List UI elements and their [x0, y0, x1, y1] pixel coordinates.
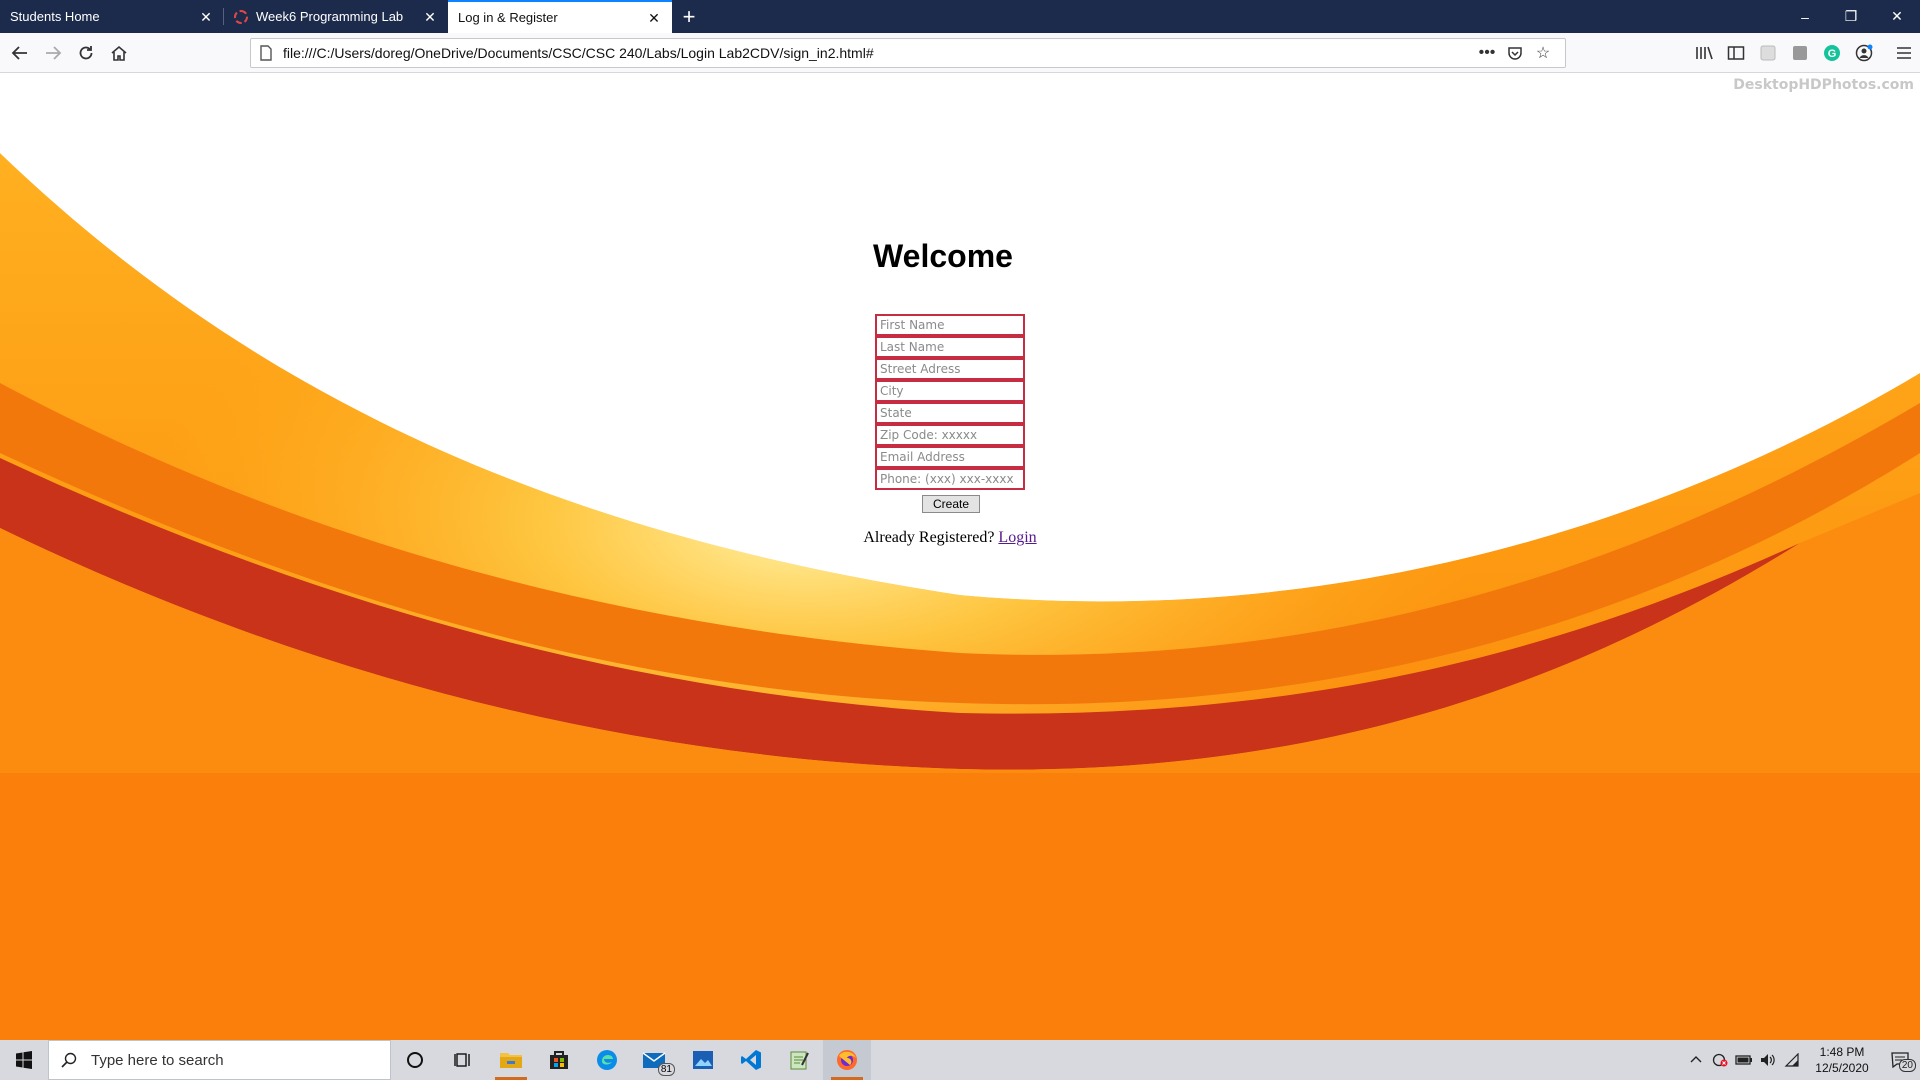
security-alert-icon[interactable]: [1708, 1040, 1732, 1080]
toolbar-right: G: [1688, 37, 1920, 69]
clock-time: 1:48 PM: [1819, 1045, 1865, 1059]
account-icon[interactable]: [1848, 37, 1880, 69]
email-address-input[interactable]: [875, 446, 1025, 468]
volume-icon[interactable]: [1756, 1040, 1780, 1080]
street-address-input[interactable]: [875, 358, 1025, 380]
login-link[interactable]: Login: [998, 529, 1036, 546]
tab-strip: Students Home ✕ Week6 Programming Lab ✕ …: [0, 0, 1920, 33]
reload-icon: [79, 45, 93, 59]
zip-code-input[interactable]: [875, 424, 1025, 446]
windows-taskbar: Type here to search 81 1:48 PM 12/5/2020…: [0, 1040, 1920, 1080]
notification-count-badge: 20: [1898, 1059, 1916, 1072]
cortana-circle-icon: [407, 1052, 423, 1068]
sidebar-icon[interactable]: [1720, 37, 1752, 69]
close-icon[interactable]: ✕: [646, 10, 662, 26]
create-button[interactable]: Create: [922, 495, 980, 513]
forward-arrow-icon: [46, 45, 62, 60]
mail-button[interactable]: 81: [631, 1040, 679, 1080]
clock-date: 12/5/2020: [1815, 1061, 1869, 1075]
forward-button[interactable]: [37, 37, 69, 69]
edge-browser-button[interactable]: [583, 1040, 631, 1080]
firefox-button[interactable]: [823, 1040, 871, 1080]
first-name-input[interactable]: [875, 314, 1025, 336]
loading-favicon-icon: [234, 9, 248, 24]
already-registered-text: Already Registered?: [863, 529, 995, 546]
wifi-icon[interactable]: [1780, 1040, 1804, 1080]
extension-puzzle-icon[interactable]: [1784, 37, 1816, 69]
file-explorer-button[interactable]: [487, 1040, 535, 1080]
home-icon: [111, 45, 127, 61]
svg-text:G: G: [1828, 48, 1837, 60]
edge-icon: [597, 1050, 617, 1070]
bookmark-star-icon[interactable]: ☆: [1529, 41, 1557, 65]
microsoft-store-button[interactable]: [535, 1040, 583, 1080]
battery-icon[interactable]: [1732, 1040, 1756, 1080]
close-icon[interactable]: ✕: [422, 9, 438, 25]
close-window-button[interactable]: ✕: [1874, 0, 1920, 33]
pocket-icon[interactable]: [1501, 41, 1529, 65]
photos-icon: [693, 1051, 713, 1069]
page-actions-icon[interactable]: •••: [1473, 41, 1501, 65]
close-icon[interactable]: ✕: [198, 9, 214, 25]
task-view-icon: [454, 1053, 470, 1067]
home-button[interactable]: [103, 37, 135, 69]
vscode-button[interactable]: [727, 1040, 775, 1080]
register-form: [875, 314, 1025, 490]
restore-button[interactable]: ❐: [1828, 0, 1874, 33]
folder-icon: [500, 1053, 522, 1068]
page-content: DesktopHDPhotos.com Welcome Create Alrea…: [0, 73, 1920, 1040]
hamburger-menu-icon[interactable]: [1888, 37, 1920, 69]
back-arrow-icon: [11, 45, 27, 60]
phone-input[interactable]: [875, 468, 1025, 490]
show-hidden-icons-chevron-up-icon[interactable]: [1684, 1040, 1708, 1080]
tab-title: Week6 Programming Lab: [256, 9, 404, 24]
tab-title: Students Home: [10, 9, 100, 24]
tab-week6-programming-lab[interactable]: Week6 Programming Lab ✕: [224, 0, 448, 33]
city-input[interactable]: [875, 380, 1025, 402]
photos-button[interactable]: [679, 1040, 727, 1080]
notepad-button[interactable]: [775, 1040, 823, 1080]
tab-title: Log in & Register: [458, 10, 558, 25]
watermark: DesktopHDPhotos.com: [1733, 77, 1914, 93]
firefox-icon: [837, 1050, 857, 1070]
last-name-input[interactable]: [875, 336, 1025, 358]
reload-button[interactable]: [70, 37, 102, 69]
notepad-icon: [790, 1051, 809, 1070]
library-icon[interactable]: [1688, 37, 1720, 69]
taskbar-search-box[interactable]: Type here to search: [48, 1040, 391, 1080]
extension-icon[interactable]: [1752, 37, 1784, 69]
grammarly-icon[interactable]: G: [1816, 37, 1848, 69]
cortana-button[interactable]: [391, 1040, 439, 1080]
state-input[interactable]: [875, 402, 1025, 424]
page-icon: [260, 45, 272, 61]
windows-logo-icon: [16, 1051, 32, 1069]
task-view-button[interactable]: [439, 1040, 487, 1080]
navigation-toolbar: file:///C:/Users/doreg/OneDrive/Document…: [0, 33, 1920, 73]
vscode-icon: [741, 1050, 761, 1070]
start-button[interactable]: [0, 1040, 48, 1080]
mail-count-badge: 81: [657, 1063, 675, 1076]
url-text[interactable]: file:///C:/Users/doreg/OneDrive/Document…: [283, 45, 1473, 61]
back-button[interactable]: [4, 37, 36, 69]
page-title: Welcome: [873, 238, 1013, 274]
address-bar[interactable]: file:///C:/Users/doreg/OneDrive/Document…: [250, 38, 1566, 68]
action-center-button[interactable]: 20: [1880, 1040, 1920, 1080]
tab-students-home[interactable]: Students Home ✕: [0, 0, 224, 33]
tab-log-in-register[interactable]: Log in & Register ✕: [448, 0, 672, 33]
already-registered-line: Already Registered? Login: [0, 529, 1900, 547]
clock[interactable]: 1:48 PM 12/5/2020: [1804, 1044, 1880, 1076]
background-image: [0, 73, 1920, 1040]
new-tab-button[interactable]: +: [672, 0, 706, 33]
search-placeholder: Type here to search: [91, 1051, 224, 1069]
minimize-button[interactable]: –: [1782, 0, 1828, 33]
system-tray: 1:48 PM 12/5/2020 20: [1684, 1040, 1920, 1080]
search-icon: [61, 1052, 77, 1068]
window-controls: – ❐ ✕: [1782, 0, 1920, 33]
store-bag-icon: [550, 1051, 568, 1069]
